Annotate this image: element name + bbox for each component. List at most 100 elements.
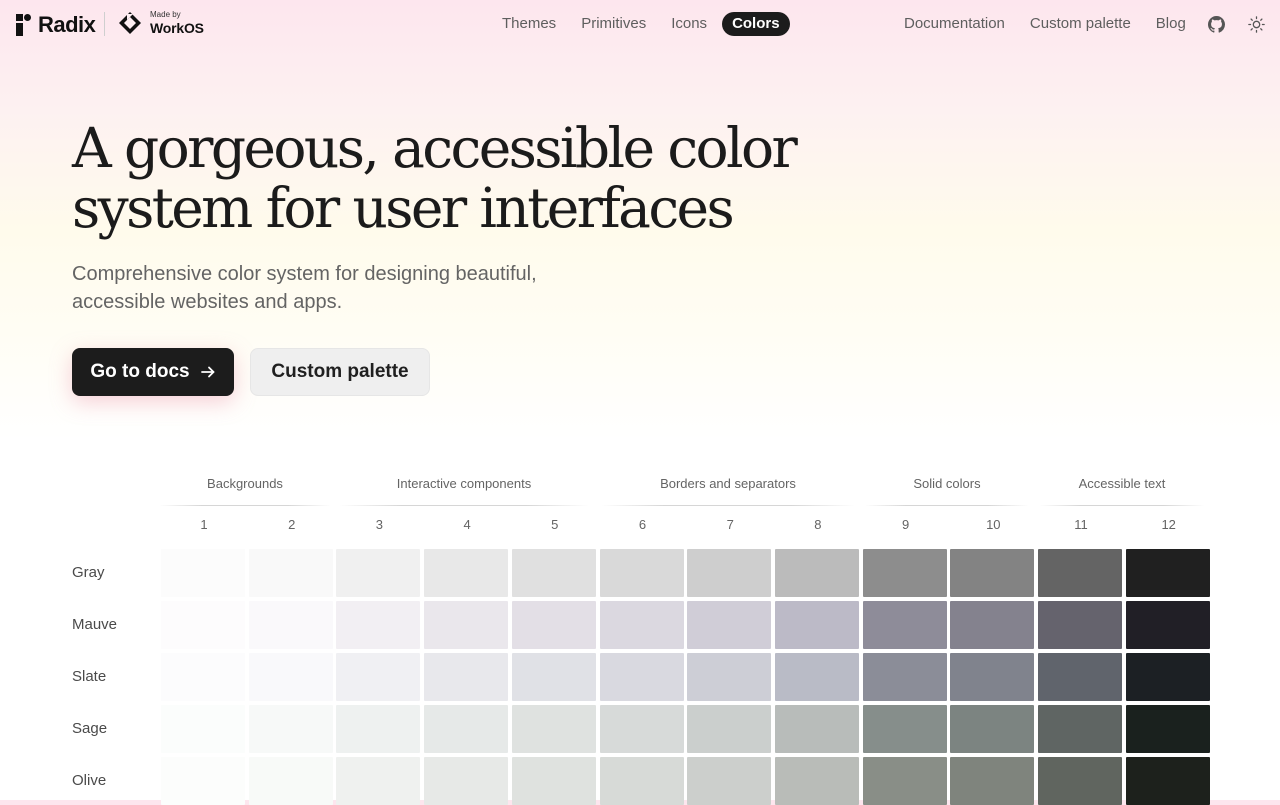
nav-blog[interactable]: Blog (1146, 12, 1196, 36)
go-to-docs-button[interactable]: Go to docs (72, 348, 234, 396)
step-number: 5 (551, 517, 559, 532)
nav-documentation[interactable]: Documentation (894, 12, 1015, 36)
nav-primitives[interactable]: Primitives (571, 12, 656, 36)
color-swatch[interactable] (862, 549, 947, 597)
color-swatch[interactable] (862, 705, 947, 753)
color-swatch[interactable] (161, 549, 245, 597)
color-swatch[interactable] (687, 705, 772, 753)
color-swatch[interactable] (950, 549, 1035, 597)
step-number: 1 (200, 517, 208, 532)
color-swatch[interactable] (424, 601, 509, 649)
group-header-backgrounds: Backgrounds (160, 476, 330, 506)
color-swatch[interactable] (599, 705, 684, 753)
color-swatch[interactable] (424, 549, 509, 597)
color-swatch[interactable] (687, 549, 772, 597)
color-swatch[interactable] (950, 601, 1035, 649)
color-swatch[interactable] (862, 653, 947, 701)
github-icon[interactable] (1204, 12, 1228, 36)
nav-colors[interactable]: Colors (722, 12, 790, 36)
color-swatch[interactable] (1038, 757, 1122, 805)
color-swatch[interactable] (687, 653, 772, 701)
color-swatch[interactable] (1038, 549, 1122, 597)
nav-themes[interactable]: Themes (492, 12, 566, 36)
color-swatch[interactable] (336, 549, 421, 597)
step-number: 2 (288, 517, 296, 532)
primary-nav: Themes Primitives Icons Colors (492, 12, 795, 36)
color-swatch[interactable] (424, 653, 509, 701)
color-swatch[interactable] (950, 653, 1035, 701)
color-swatch[interactable] (424, 757, 509, 805)
color-swatch[interactable] (599, 757, 684, 805)
color-swatch[interactable] (774, 653, 859, 701)
color-swatch[interactable] (511, 601, 596, 649)
subtitle-line-2: accessible websites and apps. (72, 291, 343, 313)
color-swatch[interactable] (599, 601, 684, 649)
color-swatch[interactable] (862, 601, 947, 649)
color-swatch[interactable] (774, 601, 859, 649)
color-swatch[interactable] (950, 705, 1035, 753)
workos-logo-icon (119, 12, 141, 34)
nav-icons[interactable]: Icons (661, 12, 717, 36)
color-swatch[interactable] (1038, 705, 1122, 753)
color-swatch[interactable] (950, 757, 1035, 805)
arrow-right-icon (200, 366, 215, 378)
color-swatch[interactable] (1125, 549, 1210, 597)
color-swatch[interactable] (161, 601, 245, 649)
color-swatch[interactable] (511, 549, 596, 597)
group-header-accessible-text: Accessible text (1040, 476, 1204, 506)
color-swatch[interactable] (1125, 653, 1210, 701)
scale-label-slate: Slate (72, 668, 107, 685)
color-swatch[interactable] (336, 653, 421, 701)
color-swatch[interactable] (511, 757, 596, 805)
color-swatch[interactable] (248, 757, 333, 805)
top-nav-bar: Radix Made by WorkOS Themes Primitives I… (0, 0, 1280, 48)
sun-icon[interactable] (1244, 12, 1268, 36)
color-swatch[interactable] (862, 757, 947, 805)
color-swatch[interactable] (599, 653, 684, 701)
color-swatch[interactable] (161, 757, 245, 805)
group-header-solid-colors: Solid colors (866, 476, 1028, 506)
group-header-borders-and-separators: Borders and separators (602, 476, 854, 506)
title-line-1: A gorgeous, accessible color (72, 116, 798, 180)
color-swatch[interactable] (1038, 601, 1122, 649)
color-swatch[interactable] (161, 653, 245, 701)
color-swatch[interactable] (774, 757, 859, 805)
color-swatch[interactable] (599, 549, 684, 597)
page-title: A gorgeous, accessible color system for … (72, 118, 832, 238)
color-swatch[interactable] (336, 757, 421, 805)
step-number: 12 (1161, 517, 1176, 532)
scale-label-mauve: Mauve (72, 616, 118, 633)
step-number: 4 (463, 517, 471, 532)
step-number: 9 (901, 517, 910, 532)
custom-palette-button[interactable]: Custom palette (250, 348, 430, 396)
color-swatch[interactable] (1125, 705, 1210, 753)
scale-label-olive: Olive (72, 772, 107, 789)
radix-logo[interactable]: Radix (16, 12, 96, 38)
step-number: 8 (814, 517, 822, 532)
workos-link[interactable]: Made by WorkOS (118, 11, 204, 35)
color-swatch[interactable] (1125, 601, 1210, 649)
nav-custom-palette[interactable]: Custom palette (1020, 12, 1141, 36)
color-swatch[interactable] (336, 601, 421, 649)
color-swatch[interactable] (774, 549, 859, 597)
color-swatch[interactable] (511, 653, 596, 701)
color-swatch[interactable] (248, 601, 333, 649)
color-swatch[interactable] (336, 705, 421, 753)
step-number: 7 (726, 517, 734, 532)
color-swatch[interactable] (424, 705, 509, 753)
color-swatch[interactable] (774, 705, 859, 753)
color-swatch[interactable] (687, 757, 772, 805)
color-swatch[interactable] (1038, 653, 1122, 701)
color-swatch[interactable] (248, 705, 333, 753)
logo-text: Radix (38, 12, 96, 37)
radix-logo-icon (16, 14, 32, 36)
step-number: 6 (638, 517, 647, 532)
color-swatch[interactable] (511, 705, 596, 753)
scale-label-gray: Gray (72, 564, 105, 581)
color-swatch[interactable] (248, 653, 333, 701)
color-swatch[interactable] (161, 705, 245, 753)
color-swatch[interactable] (1125, 757, 1210, 805)
subtitle-line-1: Comprehensive color system for designing… (72, 263, 537, 285)
color-swatch[interactable] (248, 549, 333, 597)
color-swatch[interactable] (687, 601, 772, 649)
